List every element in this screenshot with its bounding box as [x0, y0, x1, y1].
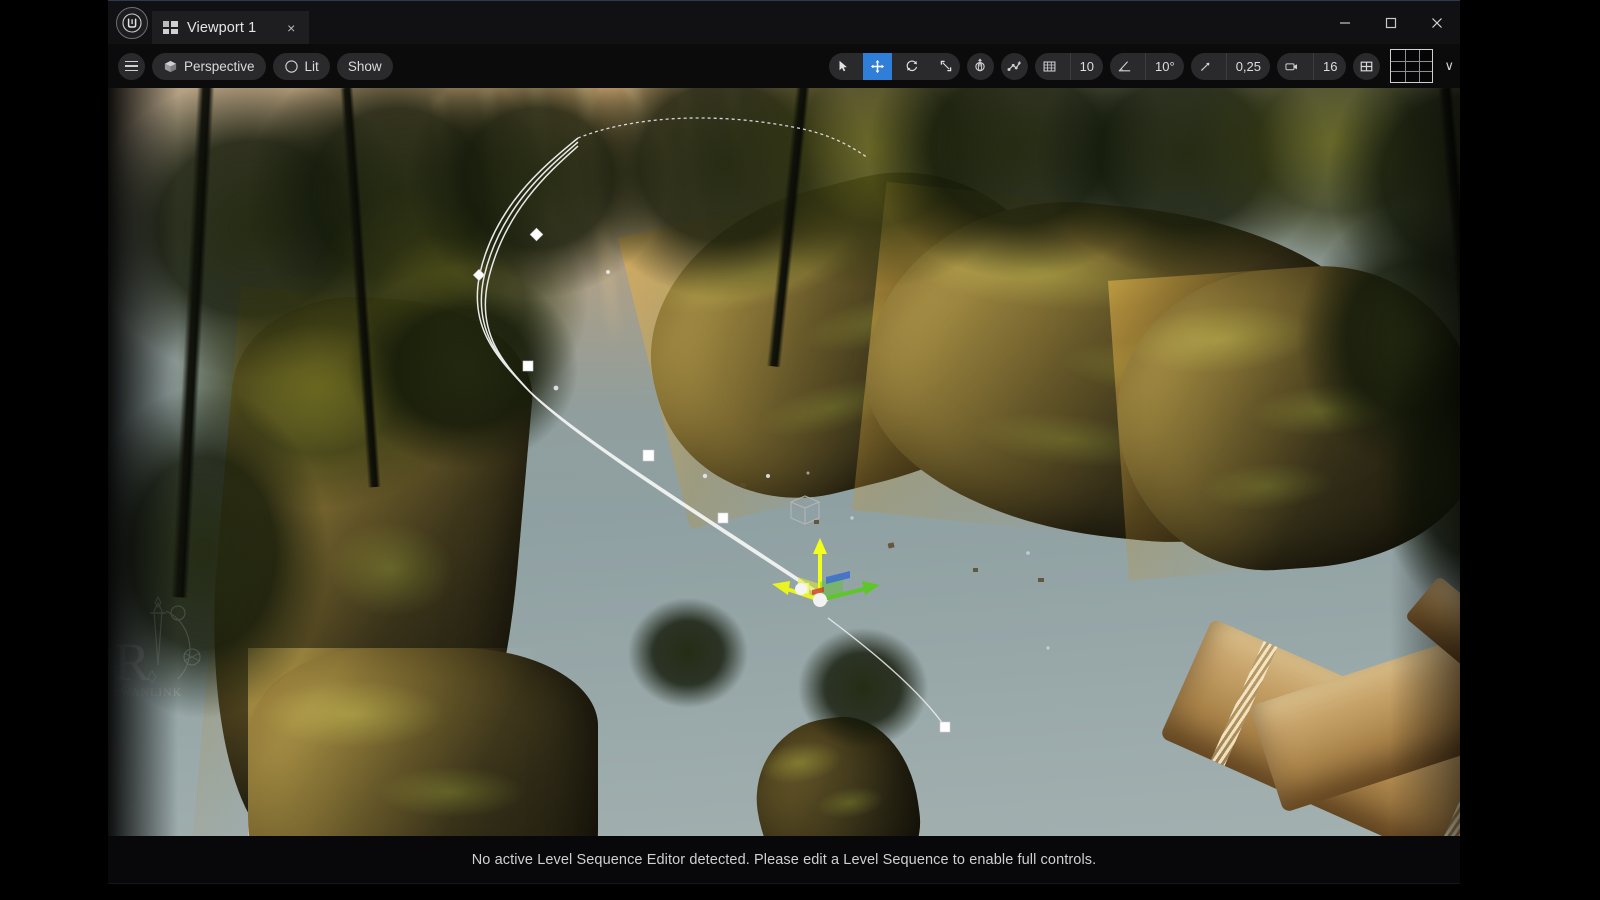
tab-viewport-1[interactable]: Viewport 1 ×: [152, 11, 309, 44]
close-button[interactable]: [1414, 1, 1460, 45]
unreal-editor-window: Viewport 1 ×: [108, 0, 1460, 884]
camera-speed: 16: [1277, 53, 1346, 80]
rotate-tool[interactable]: [898, 53, 926, 80]
viewport-layout-button[interactable]: [1353, 53, 1380, 80]
grid-snap: 10: [1035, 53, 1103, 80]
angle-icon[interactable]: [1110, 53, 1139, 80]
globe-axis-icon: [972, 58, 988, 74]
title-bar: Viewport 1 ×: [108, 0, 1460, 44]
unreal-engine-logo-icon: [116, 7, 148, 39]
lighting-mode-button[interactable]: Lit: [273, 53, 330, 80]
tree-canopy: [798, 628, 928, 748]
cube-icon: [163, 59, 178, 74]
scale-snap-arrow-icon[interactable]: [1191, 53, 1220, 80]
camera-speed-value[interactable]: 16: [1313, 53, 1346, 80]
angle-snap: 10°: [1110, 53, 1184, 80]
show-menu-label: Show: [348, 59, 382, 74]
window-controls: [1322, 1, 1460, 45]
close-icon[interactable]: ×: [283, 20, 299, 36]
surface-snapping-toggle[interactable]: [1001, 53, 1028, 80]
viewport-toolbar: Perspective Lit Show: [108, 44, 1460, 88]
four-pane-grid-icon: [1359, 59, 1374, 74]
select-tool[interactable]: [829, 53, 857, 80]
translate-tool[interactable]: [863, 53, 892, 80]
tab-strip: Viewport 1 ×: [152, 1, 309, 44]
status-bar: No active Level Sequence Editor detected…: [108, 836, 1460, 884]
maximize-button[interactable]: [1368, 1, 1414, 45]
level-viewport[interactable]: R RWANLINK: [108, 88, 1460, 836]
viewport-menu-icon[interactable]: [118, 53, 145, 80]
tab-label: Viewport 1: [187, 20, 256, 36]
scale-tool[interactable]: [932, 53, 960, 80]
sphere-lit-icon: [284, 59, 299, 74]
camera-icon[interactable]: [1277, 53, 1307, 80]
scale-snap: 0,25: [1191, 53, 1270, 80]
grid-preview-panel[interactable]: [1390, 49, 1433, 83]
surface-snap-icon: [1006, 58, 1022, 74]
show-menu-button[interactable]: Show: [337, 53, 393, 80]
view-mode-perspective-button[interactable]: Perspective: [152, 53, 266, 80]
tree-canopy: [348, 268, 578, 468]
view-mode-label: Perspective: [184, 59, 255, 74]
tree-canopy: [628, 598, 748, 708]
grid-icon[interactable]: [1035, 53, 1064, 80]
viewport-layout-icon: [163, 21, 178, 34]
rock-pillar-left-lower: [248, 648, 598, 836]
transform-tool-group: [829, 53, 960, 80]
angle-snap-value[interactable]: 10°: [1145, 53, 1184, 80]
status-message: No active Level Sequence Editor detected…: [472, 852, 1097, 868]
lighting-mode-label: Lit: [305, 59, 319, 74]
minimize-button[interactable]: [1322, 1, 1368, 45]
scale-snap-value[interactable]: 0,25: [1226, 53, 1270, 80]
grid-snap-value[interactable]: 10: [1070, 53, 1103, 80]
chevron-down-icon[interactable]: ∨: [1444, 58, 1454, 74]
world-coordinate-toggle[interactable]: [967, 53, 994, 80]
